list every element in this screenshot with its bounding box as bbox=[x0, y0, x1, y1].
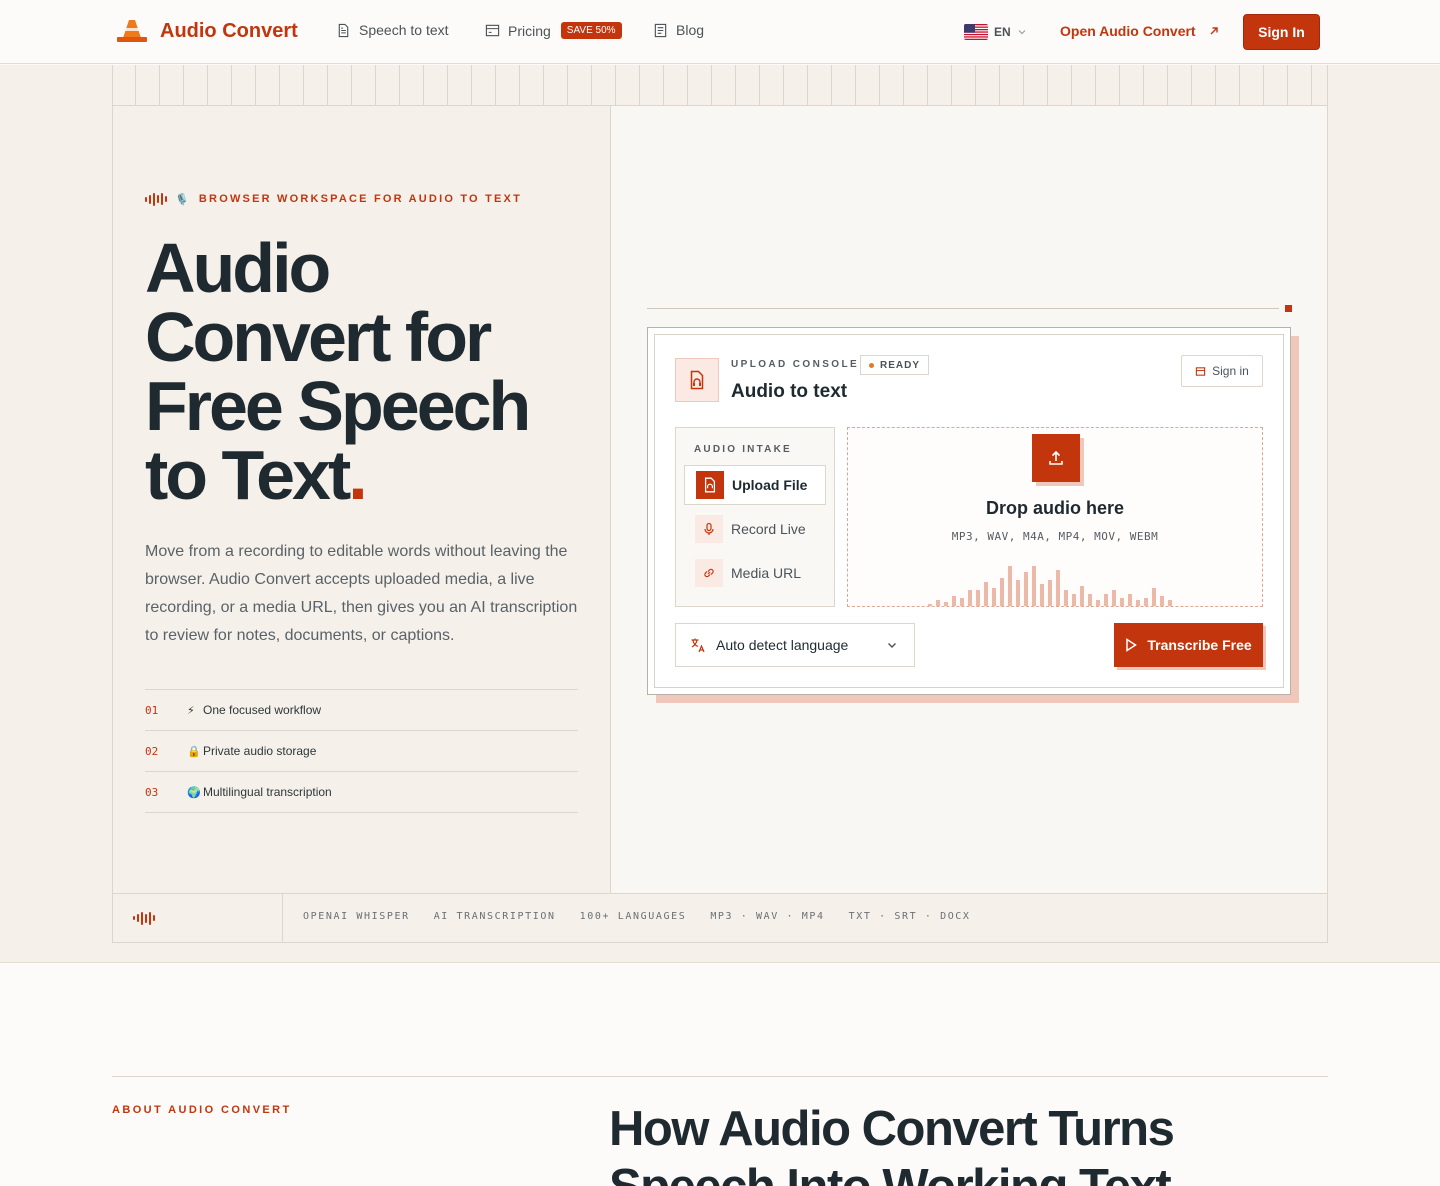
microphone-icon: 🎙️ bbox=[175, 193, 191, 206]
hero-title-text: to Text bbox=[145, 436, 351, 514]
hero-kicker: 🎙️ BROWSER WORKSPACE FOR AUDIO TO TEXT bbox=[145, 192, 522, 206]
nav-link-label: Blog bbox=[676, 22, 705, 38]
brand-name: Audio Convert bbox=[160, 19, 298, 42]
feature-label: Private audio storage bbox=[203, 744, 317, 758]
blog-icon bbox=[654, 23, 667, 37]
login-icon bbox=[1195, 366, 1206, 376]
intake-item-label: Record Live bbox=[731, 521, 806, 537]
console-kicker: UPLOAD CONSOLE bbox=[731, 359, 860, 370]
console-rule bbox=[647, 308, 1279, 309]
lightning-icon: ⚡ bbox=[187, 704, 195, 717]
card-icon bbox=[485, 24, 500, 37]
hero-divider bbox=[610, 106, 611, 893]
chevron-down-icon bbox=[1018, 30, 1026, 35]
hero-title-line: Free Speech bbox=[145, 367, 531, 445]
waveform-icon bbox=[133, 911, 155, 925]
strip-item: OPENAI WHISPER bbox=[303, 911, 410, 922]
drop-formats: MP3, WAV, M4A, MP4, MOV, WEBM bbox=[951, 530, 1159, 543]
transcribe-label: Transcribe Free bbox=[1147, 637, 1252, 653]
hero-kicker-text: BROWSER WORKSPACE FOR AUDIO TO TEXT bbox=[198, 193, 522, 205]
status-text: READY bbox=[880, 359, 921, 371]
strip-item: TXT · SRT · DOCX bbox=[848, 911, 971, 922]
feature-label: Multilingual transcription bbox=[203, 785, 332, 799]
feature-row: 03 🌍 Multilingual transcription bbox=[145, 771, 578, 812]
file-audio-icon bbox=[696, 471, 724, 499]
drop-title: Drop audio here bbox=[985, 498, 1124, 518]
feature-number: 03 bbox=[145, 785, 159, 799]
nav-link-label: Pricing bbox=[508, 22, 551, 39]
top-nav: Audio Convert Speech to text Pricing SAV… bbox=[0, 0, 1440, 64]
intake-item-label: Upload File bbox=[732, 477, 808, 493]
about-kicker: ABOUT AUDIO CONVERT bbox=[112, 1104, 292, 1116]
console-sign-in-label: Sign in bbox=[1212, 364, 1249, 378]
traffic-cone-icon bbox=[116, 18, 148, 44]
language-select[interactable]: Auto detect language bbox=[675, 623, 915, 667]
nav-link-label: Speech to text bbox=[359, 22, 449, 38]
microphone-icon bbox=[695, 515, 723, 543]
feature-row: 02 🔒 Private audio storage bbox=[145, 730, 578, 771]
play-icon bbox=[1126, 638, 1138, 652]
intake-item-label: Media URL bbox=[731, 565, 802, 581]
tech-strip: OPENAI WHISPER AI TRANSCRIPTION 100+ LAN… bbox=[113, 893, 1327, 942]
upload-icon[interactable] bbox=[1032, 434, 1080, 482]
save-badge: SAVE 50% bbox=[560, 22, 622, 39]
translate-icon bbox=[691, 638, 705, 653]
transcribe-button[interactable]: Transcribe Free bbox=[1114, 623, 1263, 667]
language-switcher[interactable]: EN bbox=[958, 16, 1033, 48]
hero-title-line: Audio bbox=[145, 229, 331, 307]
console-rule-marker bbox=[1285, 305, 1292, 312]
console-title: Audio to text bbox=[731, 381, 848, 402]
console-sign-in-button[interactable]: Sign in bbox=[1181, 355, 1263, 387]
globe-icon: 🌍 bbox=[187, 786, 201, 799]
nav-speech-to-text[interactable]: Speech to text bbox=[336, 22, 449, 38]
waveform-preview bbox=[928, 562, 1172, 606]
intake-upload-file[interactable]: Upload File bbox=[684, 465, 826, 505]
link-icon bbox=[695, 559, 723, 587]
hero-description: Move from a recording to editable words … bbox=[145, 543, 578, 644]
file-audio-icon bbox=[675, 358, 719, 402]
brand-logo[interactable]: Audio Convert bbox=[116, 18, 298, 44]
about-rule bbox=[112, 1076, 1328, 1077]
about-title: How Audio Convert Turns Speech Into Work… bbox=[609, 1102, 1175, 1186]
feature-number: 02 bbox=[145, 744, 159, 758]
strip-item: MP3 · WAV · MP4 bbox=[710, 911, 825, 922]
hero-title: Audio Convert for Free Speech to Text. bbox=[145, 229, 585, 510]
status-badge: READY bbox=[860, 355, 930, 375]
status-dot-icon bbox=[869, 362, 874, 368]
strip-items: OPENAI WHISPER AI TRANSCRIPTION 100+ LAN… bbox=[303, 911, 971, 922]
sign-in-button[interactable]: Sign In bbox=[1243, 14, 1320, 50]
feature-number: 01 bbox=[145, 703, 159, 717]
intake-label: AUDIO INTAKE bbox=[694, 444, 792, 455]
chevron-down-icon bbox=[888, 643, 896, 648]
nav-pricing[interactable]: Pricing SAVE 50% bbox=[485, 22, 622, 39]
language-code: EN bbox=[994, 25, 1011, 39]
nav-blog[interactable]: Blog bbox=[653, 22, 704, 38]
hero-title-line: Convert for bbox=[145, 298, 492, 376]
strip-logo-cell bbox=[113, 894, 283, 942]
feature-label: One focused workflow bbox=[203, 703, 322, 717]
open-app-link[interactable]: Open Audio Convert bbox=[1060, 23, 1220, 39]
waveform-icon bbox=[145, 192, 167, 206]
language-value: Auto detect language bbox=[716, 637, 849, 653]
intake-media-url[interactable]: Media URL bbox=[684, 553, 826, 593]
drop-zone[interactable]: Drop audio here MP3, WAV, M4A, MP4, MOV,… bbox=[847, 427, 1263, 607]
strip-item: AI TRANSCRIPTION bbox=[433, 911, 556, 922]
open-app-label: Open Audio Convert bbox=[1060, 23, 1196, 39]
us-flag-icon bbox=[964, 24, 988, 40]
hero-title-line: to Text. bbox=[145, 440, 585, 510]
hero-title-dot: . bbox=[348, 436, 368, 514]
feature-list-end bbox=[145, 812, 578, 813]
intake-record-live[interactable]: Record Live bbox=[684, 509, 826, 549]
document-icon bbox=[338, 23, 349, 37]
lock-icon: 🔒 bbox=[187, 745, 201, 758]
audio-intake-panel: AUDIO INTAKE Upload File Record Live Med… bbox=[675, 427, 835, 607]
arrow-up-right-icon bbox=[1210, 27, 1218, 35]
feature-row: 01 ⚡ One focused workflow bbox=[145, 689, 578, 730]
strip-item: 100+ LANGUAGES bbox=[579, 911, 687, 922]
